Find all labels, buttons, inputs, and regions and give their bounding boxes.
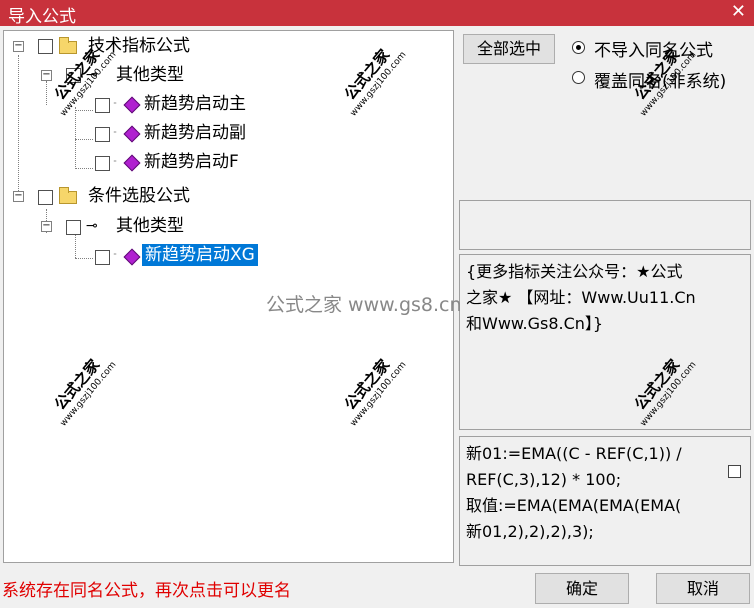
- formula-icon: [123, 154, 141, 172]
- radio-label: 覆盖同名(非系统): [594, 72, 727, 92]
- tree-checkbox[interactable]: [38, 190, 53, 205]
- formula-icon: [123, 248, 141, 266]
- radio-overwrite-same[interactable]: [572, 71, 585, 84]
- code-line: 新01,2),2),2),3);: [466, 522, 594, 541]
- cancel-button[interactable]: 取消: [656, 573, 750, 604]
- tree-label: 新趋势启动副: [144, 123, 246, 143]
- description-line: {更多指标关注公众号：★公式: [466, 262, 683, 281]
- tree-checkbox[interactable]: [95, 98, 110, 113]
- key-icon: ⊸: [86, 218, 98, 234]
- code-line: REF(C,3),12) * 100;: [466, 470, 622, 489]
- folder-icon: [59, 187, 77, 204]
- tree-label: 新趋势启动F: [144, 152, 239, 172]
- radio-no-import-same[interactable]: [572, 41, 585, 54]
- tree-label: 其他类型: [116, 65, 184, 85]
- collapse-icon[interactable]: −: [13, 191, 24, 202]
- tree-checkbox[interactable]: [95, 156, 110, 171]
- formula-icon: [123, 125, 141, 143]
- blank-panel: [459, 200, 751, 250]
- formula-icon: [123, 96, 141, 114]
- tree-line: [75, 258, 93, 259]
- description-line: 和Www.Gs8.Cn】}: [466, 314, 604, 333]
- tree-line: [75, 234, 76, 258]
- tree-line: [75, 139, 93, 140]
- ok-button[interactable]: 确定: [535, 573, 629, 604]
- tree-checkbox[interactable]: [95, 127, 110, 142]
- tree-label: 条件选股公式: [88, 186, 190, 206]
- collapse-icon[interactable]: −: [41, 221, 52, 232]
- folder-icon: [59, 37, 77, 54]
- code-line: 新01:=EMA((C - REF(C,1)) /: [466, 444, 682, 463]
- tree-line: [75, 168, 93, 169]
- tree-checkbox[interactable]: [66, 68, 81, 83]
- tree-line: [18, 55, 19, 201]
- window-title: 导入公式: [8, 7, 76, 27]
- title-bar: 导入公式 ✕: [0, 0, 754, 27]
- tree-checkbox[interactable]: [66, 220, 81, 235]
- dot-marker: ··: [113, 250, 117, 259]
- center-watermark: 公式之家 www.gs8.cn: [266, 294, 462, 316]
- tree-label-selected: 新趋势启动XG: [142, 244, 258, 266]
- radio-label: 不导入同名公式: [594, 41, 713, 61]
- tree-line: [46, 81, 47, 105]
- dot-marker: ··: [113, 99, 117, 108]
- close-icon[interactable]: ✕: [731, 1, 746, 23]
- code-panel[interactable]: 新01:=EMA((C - REF(C,1)) / REF(C,3),12) *…: [459, 436, 751, 566]
- tree-label: 新趋势启动主: [144, 94, 246, 114]
- code-checkbox[interactable]: [728, 465, 741, 478]
- code-line: 取值:=EMA(EMA(EMA(EMA(: [466, 496, 682, 515]
- tree-checkbox[interactable]: [95, 250, 110, 265]
- key-icon: ⊸: [86, 67, 98, 83]
- collapse-icon[interactable]: −: [41, 70, 52, 81]
- dot-marker: ··: [113, 157, 117, 166]
- tree-label: 技术指标公式: [88, 36, 190, 56]
- status-message: 系统存在同名公式，再次点击可以更名: [2, 581, 291, 601]
- description-line: 之家★ 【网址：Www.Uu11.Cn: [466, 288, 696, 307]
- tree-line: [75, 107, 76, 169]
- tree-checkbox[interactable]: [38, 39, 53, 54]
- select-all-button[interactable]: 全部选中: [463, 34, 555, 64]
- collapse-icon[interactable]: −: [13, 41, 24, 52]
- tree-label: 其他类型: [116, 216, 184, 236]
- tree-line: [75, 110, 93, 111]
- dot-marker: ··: [113, 128, 117, 137]
- description-panel: {更多指标关注公众号：★公式 之家★ 【网址：Www.Uu11.Cn 和Www.…: [459, 254, 751, 430]
